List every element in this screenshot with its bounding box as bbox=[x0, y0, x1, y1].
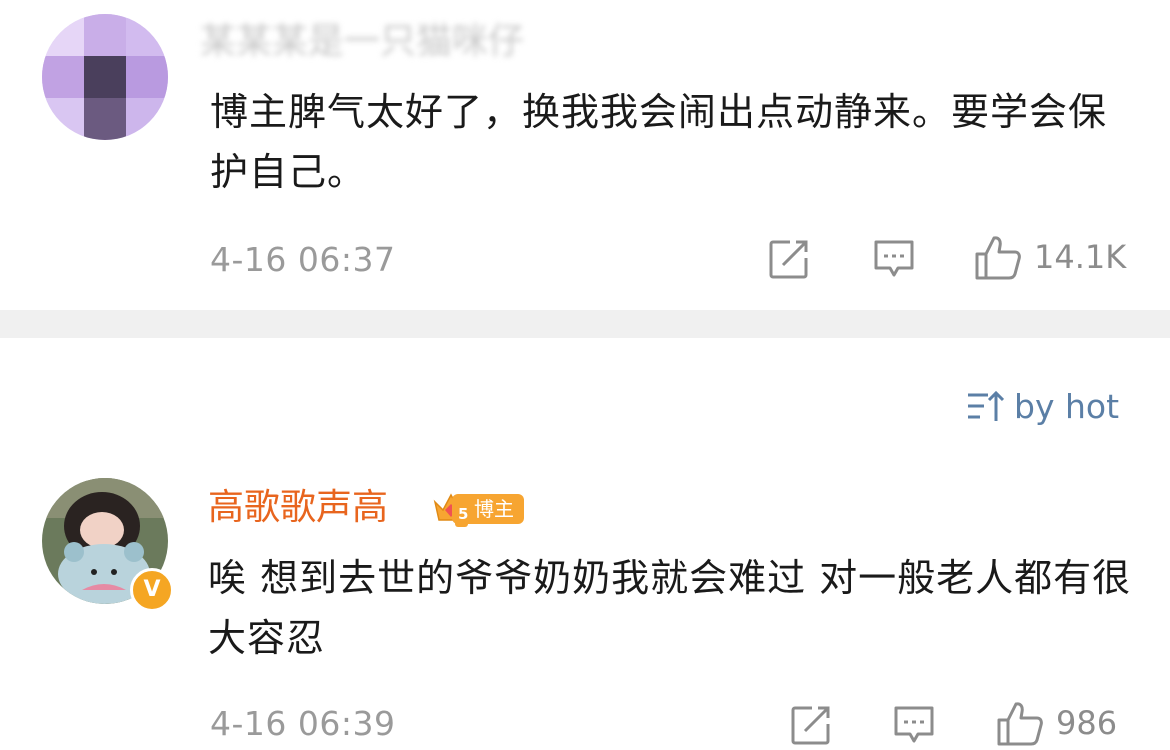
avatar-image bbox=[42, 14, 168, 140]
section-divider bbox=[0, 310, 1170, 338]
blogger-badge: 5 博主 bbox=[432, 491, 524, 527]
share-button[interactable] bbox=[768, 238, 810, 280]
like-count: 986 bbox=[1056, 704, 1118, 742]
share-icon bbox=[769, 240, 808, 279]
badge-level: 5 bbox=[458, 505, 469, 523]
like-button[interactable]: 986 bbox=[996, 700, 1117, 746]
share-icon bbox=[791, 706, 830, 745]
reply-button[interactable] bbox=[892, 704, 936, 746]
sort-toggle[interactable]: by hot bbox=[966, 384, 1119, 428]
comment-text: 唉 想到去世的爷爷奶奶我就会难过 对一般老人都有很大容忍 bbox=[208, 556, 1132, 660]
share-button[interactable] bbox=[790, 704, 832, 746]
like-icon bbox=[975, 236, 1021, 280]
comment-time: 4-16 06:39 bbox=[210, 704, 396, 743]
comment-icon bbox=[874, 240, 914, 277]
like-button[interactable]: 14.1K bbox=[974, 234, 1126, 280]
like-count: 14.1K bbox=[1034, 238, 1127, 276]
comment-icon bbox=[894, 706, 934, 743]
verified-badge: V bbox=[130, 568, 174, 612]
sort-label: by hot bbox=[1014, 386, 1120, 426]
comment-text: 博主脾气太好了，换我我会闹出点动静来。要学会保护自己。 bbox=[210, 90, 1108, 194]
avatar[interactable] bbox=[42, 14, 168, 140]
like-icon bbox=[997, 702, 1043, 746]
comment-item: 某某某是一只猫咪仔 博主脾气太好了，换我我会闹出点动静来。要学会保护自己。 4-… bbox=[0, 0, 1170, 308]
reply-button[interactable] bbox=[872, 238, 916, 280]
username[interactable]: 某某某是一只猫咪仔 bbox=[200, 20, 524, 64]
username[interactable]: 高歌歌声高 bbox=[208, 486, 388, 530]
comment-time: 4-16 06:37 bbox=[210, 240, 396, 279]
sort-icon bbox=[968, 390, 1004, 421]
